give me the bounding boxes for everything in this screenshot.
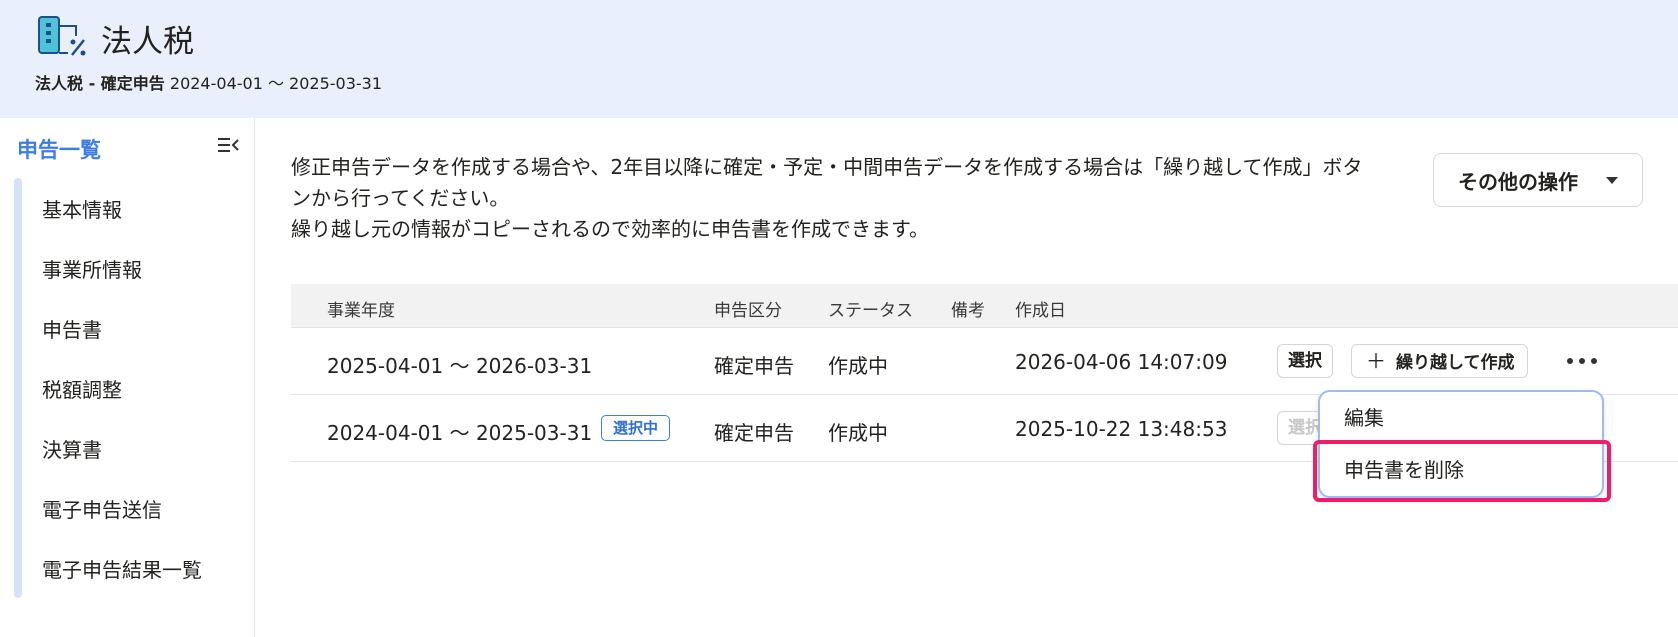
more-options-icon[interactable] xyxy=(1567,352,1597,370)
sidebar-track xyxy=(14,178,22,598)
notice-text: 修正申告データを作成する場合や、2年目以降に確定・予定・中間申告データを作成する… xyxy=(291,152,1376,245)
filing-type: 法人税 - 確定申告 xyxy=(35,74,165,93)
row-status: 作成中 xyxy=(828,421,888,445)
plus-icon: ＋ xyxy=(1366,349,1386,373)
selected-badge: 選択中 xyxy=(601,415,671,441)
corporate-tax-icon xyxy=(38,16,86,56)
carry-over-button[interactable]: ＋ 繰り越して作成 xyxy=(1351,344,1528,378)
menu-item-delete-return[interactable]: 申告書を削除 xyxy=(1344,454,1464,483)
sidebar-item-e-filing-send[interactable]: 電子申告送信 xyxy=(42,494,162,523)
filing-subtitle: 法人税 - 確定申告 2024-04-01 〜 2025-03-31 xyxy=(35,70,382,94)
sidebar-item-returns[interactable]: 申告書 xyxy=(42,314,102,343)
column-header-period: 事業年度 xyxy=(327,301,395,321)
column-header-note: 備考 xyxy=(951,301,985,321)
table-row: 2025-04-01 〜 2026-03-31 確定申告 作成中 2026-04… xyxy=(291,328,1678,395)
row-period: 2025-04-01 〜 2026-03-31 xyxy=(327,354,593,378)
sidebar-item-financial-statements[interactable]: 決算書 xyxy=(42,434,102,463)
menu-item-edit[interactable]: 編集 xyxy=(1344,402,1384,431)
caret-down-icon xyxy=(1606,177,1618,184)
table-header: 事業年度 申告区分 ステータス 備考 作成日 xyxy=(291,284,1678,328)
sidebar-item-e-filing-results[interactable]: 電子申告結果一覧 xyxy=(42,554,202,583)
filing-period: 2024-04-01 〜 2025-03-31 xyxy=(169,74,383,93)
main-content: 修正申告データを作成する場合や、2年目以降に確定・予定・中間申告データを作成する… xyxy=(255,118,1678,637)
carry-over-label: 繰り越して作成 xyxy=(1396,353,1515,373)
row-type: 確定申告 xyxy=(714,354,794,378)
row-status: 作成中 xyxy=(828,354,888,378)
row-actions-menu: 編集 申告書を削除 xyxy=(1318,390,1604,498)
sidebar-item-tax-adjustment[interactable]: 税額調整 xyxy=(42,374,122,403)
sidebar-title[interactable]: 申告一覧 xyxy=(17,134,101,164)
page-header: 法人税 法人税 - 確定申告 2024-04-01 〜 2025-03-31 xyxy=(0,0,1678,118)
sidebar-item-office-info[interactable]: 事業所情報 xyxy=(42,254,142,283)
select-button[interactable]: 選択 xyxy=(1277,344,1333,378)
row-created: 2025-10-22 13:48:53 xyxy=(1015,417,1228,441)
column-header-status: ステータス xyxy=(828,301,913,321)
column-header-type: 申告区分 xyxy=(714,301,782,321)
column-header-created: 作成日 xyxy=(1015,301,1066,321)
sidebar: 申告一覧 基本情報 事業所情報 申告書 税額調整 決算書 電子申告送信 電子申告… xyxy=(0,118,255,637)
row-period: 2024-04-01 〜 2025-03-31 xyxy=(327,421,593,445)
notice-line-2: 繰り越し元の情報がコピーされるので効率的に申告書を作成できます。 xyxy=(291,217,929,241)
row-created: 2026-04-06 14:07:09 xyxy=(1015,350,1228,374)
sidebar-collapse-icon[interactable] xyxy=(217,136,239,154)
app-title: 法人税 xyxy=(101,24,194,60)
other-actions-label: その他の操作 xyxy=(1458,169,1578,194)
other-actions-button[interactable]: その他の操作 xyxy=(1433,153,1643,207)
sidebar-item-basic-info[interactable]: 基本情報 xyxy=(42,194,122,223)
notice-line-1: 修正申告データを作成する場合や、2年目以降に確定・予定・中間申告データを作成する… xyxy=(291,155,1363,210)
row-type: 確定申告 xyxy=(714,421,794,445)
